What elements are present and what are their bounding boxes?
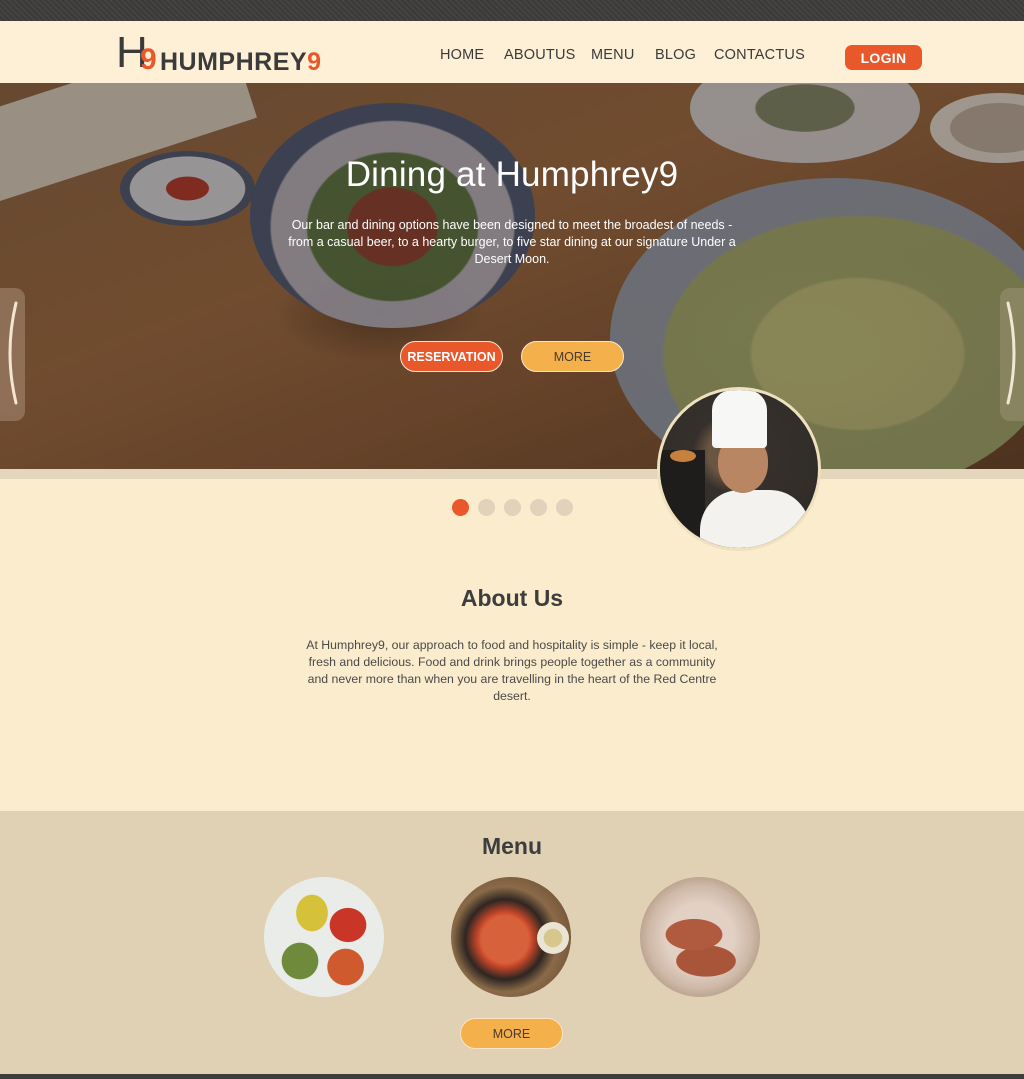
slider-dot-2[interactable]: [478, 499, 495, 516]
menu-section: Menu MORE: [0, 811, 1024, 1074]
nav-menu[interactable]: MENU: [591, 47, 635, 63]
nav-aboutus[interactable]: ABOUTUS: [504, 47, 576, 63]
menu-title: Menu: [481, 833, 543, 859]
logo-name: HUMPHREY: [160, 48, 308, 76]
menu-dish-grilled-meat-image[interactable]: [640, 877, 760, 997]
chef-bg-stove: [660, 450, 705, 548]
logo-wordmark: HUMPHREY9: [160, 49, 321, 75]
reservation-button[interactable]: RESERVATION: [400, 341, 503, 372]
login-button[interactable]: LOGIN: [845, 45, 922, 70]
chef-portrait: [657, 387, 821, 551]
about-title: About Us: [460, 585, 564, 611]
chevron-right-icon: [1006, 301, 1016, 405]
hero-overlay: [0, 83, 1024, 469]
top-decor-bar: [0, 0, 1024, 21]
menu-more-button[interactable]: MORE: [460, 1018, 563, 1049]
slider-prev-button[interactable]: [0, 288, 25, 421]
chef-coat: [700, 490, 810, 548]
hero-more-button[interactable]: MORE: [521, 341, 624, 372]
nav-blog[interactable]: BLOG: [655, 47, 696, 63]
logo-mark: H 9: [116, 31, 162, 76]
logo-mark-digit: 9: [140, 43, 157, 76]
chef-bg-flame: [670, 450, 696, 462]
hero-slider: Dining at Humphrey9 Our bar and dining o…: [0, 83, 1024, 469]
menu-dish-hotpot-image[interactable]: [451, 877, 571, 997]
about-text: At Humphrey9, our approach to food and h…: [306, 638, 718, 703]
slider-dot-5[interactable]: [556, 499, 573, 516]
nav-home[interactable]: HOME: [440, 47, 484, 63]
nav-contactus[interactable]: CONTACTUS: [714, 47, 805, 63]
slider-dot-1[interactable]: [452, 499, 469, 516]
slider-next-button[interactable]: [1000, 288, 1024, 421]
chevron-left-icon: [8, 301, 18, 405]
footer-bar: [0, 1074, 1024, 1079]
chef-hat: [712, 390, 767, 448]
brand-logo[interactable]: H 9 HUMPHREY9: [116, 31, 321, 76]
hero-title: Dining at Humphrey9: [345, 155, 679, 194]
hero-bottom-strip: [0, 469, 1024, 479]
menu-dish-pasta-image[interactable]: [264, 877, 384, 997]
slider-dot-3[interactable]: [504, 499, 521, 516]
hero-description: Our bar and dining options have been des…: [288, 218, 736, 266]
slider-pagination: [452, 499, 573, 516]
slider-dot-4[interactable]: [530, 499, 547, 516]
logo-digit: 9: [307, 48, 322, 76]
